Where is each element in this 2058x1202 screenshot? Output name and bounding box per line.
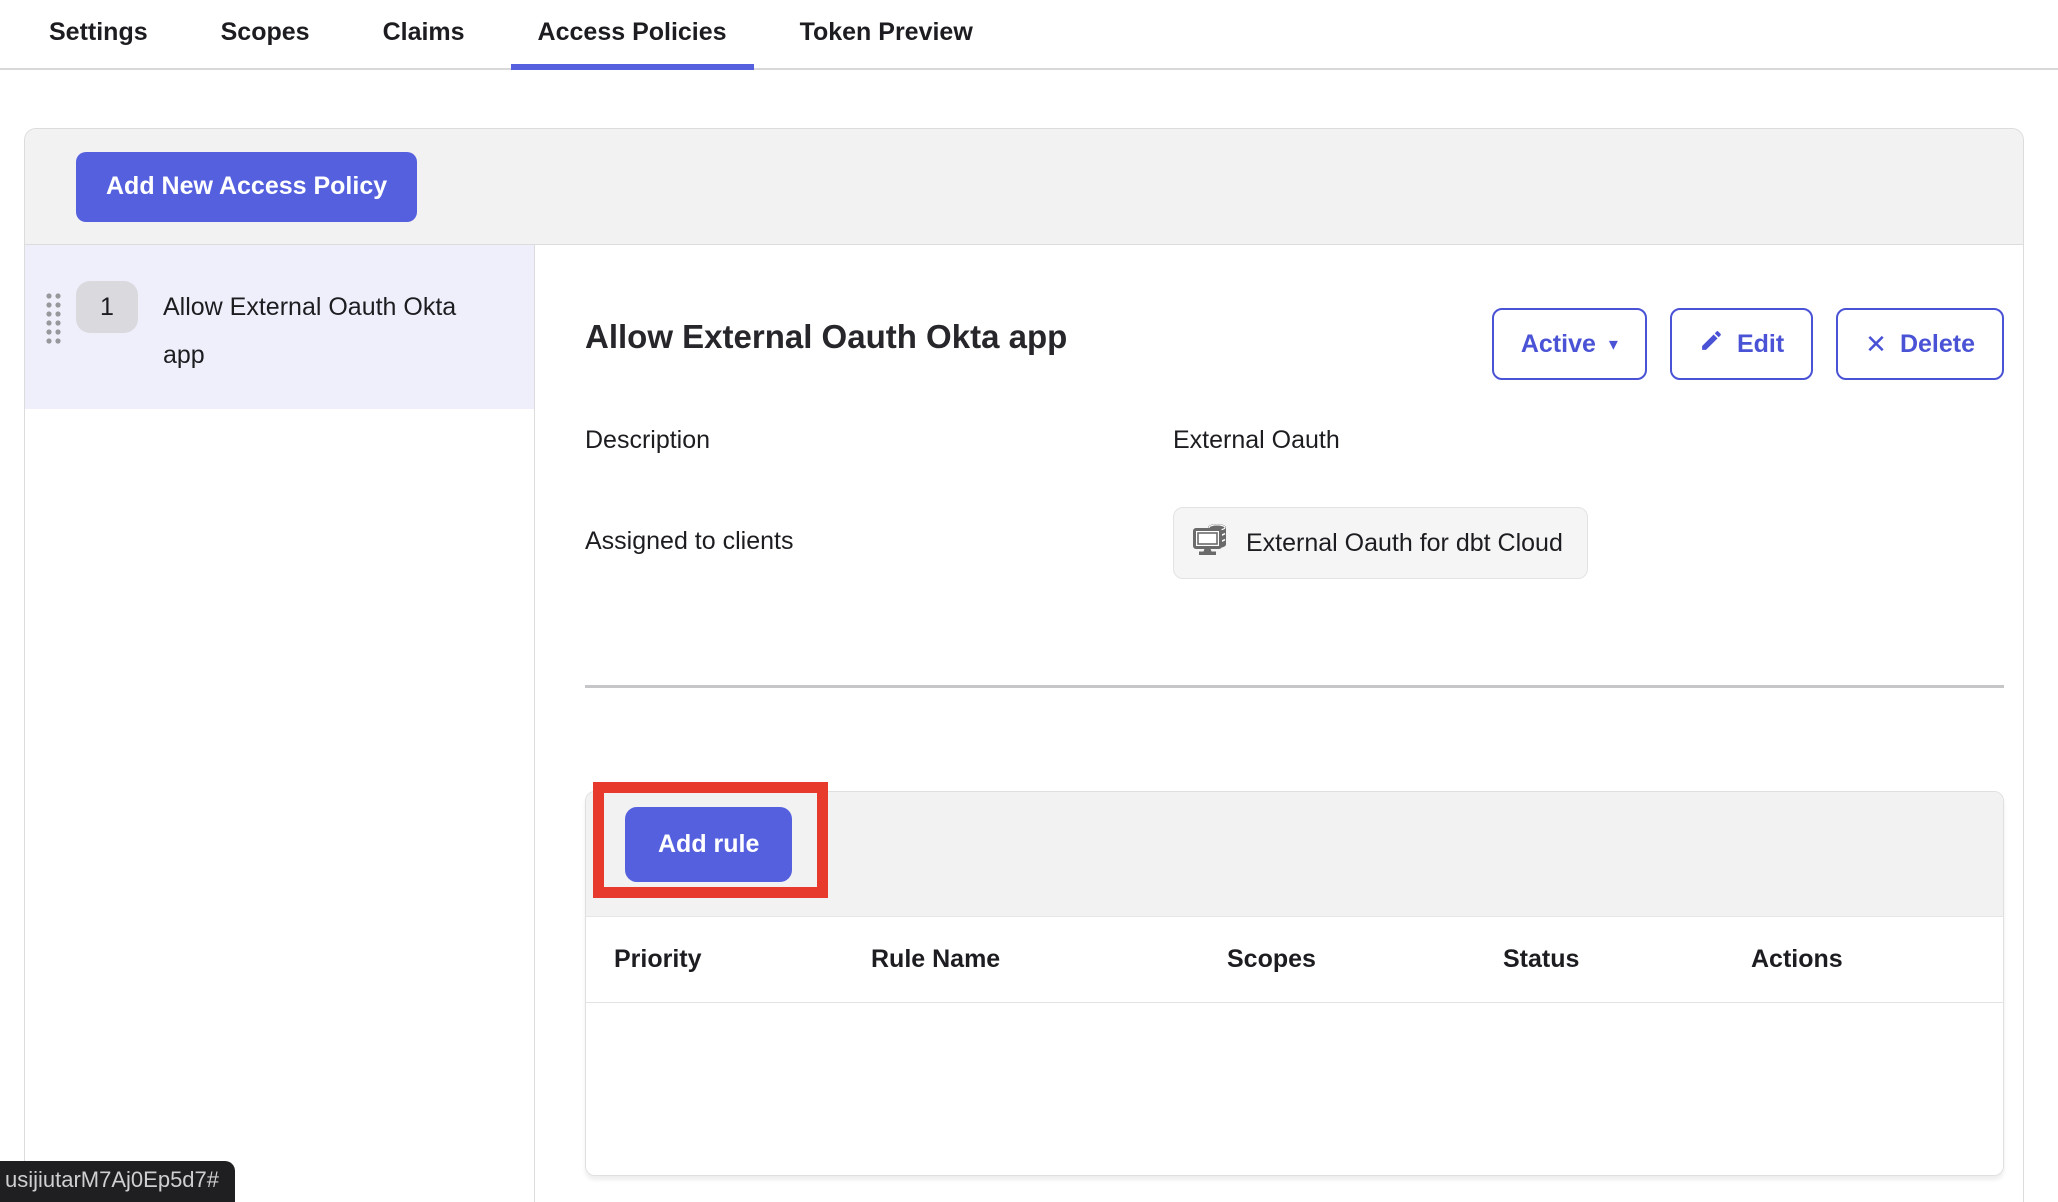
page: Settings Scopes Claims Access Policies T… <box>0 0 2058 1202</box>
add-new-access-policy-button[interactable]: Add New Access Policy <box>76 152 417 222</box>
rules-toolbar: Add rule <box>586 792 2003 917</box>
description-value: External Oauth <box>1173 426 2004 455</box>
panel-header: Add New Access Policy <box>25 129 2023 245</box>
status-dropdown-label: Active <box>1521 330 1596 359</box>
drag-handle-icon[interactable] <box>45 291 62 352</box>
delete-button-label: Delete <box>1900 330 1975 359</box>
rules-table-card: Add rule Priority Rule Name Scopes Statu… <box>585 791 2004 1176</box>
policy-detail: Allow External Oauth Okta app Active ▾ <box>535 245 2023 1202</box>
policy-title: Allow External Oauth Okta app <box>585 308 1067 356</box>
tab-bar: Settings Scopes Claims Access Policies T… <box>0 0 2058 70</box>
tab-scopes[interactable]: Scopes <box>194 0 337 70</box>
policy-priority-badge: 1 <box>76 281 138 333</box>
column-status: Status <box>1503 945 1751 974</box>
access-policies-panel: Add New Access Policy <box>24 128 2024 1202</box>
policy-detail-fields: Description External Oauth Assigned to c… <box>585 426 2004 579</box>
description-row: Description External Oauth <box>585 426 2004 455</box>
computer-icon <box>1192 523 1234 564</box>
rules-table-header: Priority Rule Name Scopes Status Actions <box>586 917 2003 1003</box>
policy-action-buttons: Active ▾ Edit ✕ <box>1492 308 2004 380</box>
add-rule-button[interactable]: Add rule <box>625 807 792 882</box>
policy-name: Allow External Oauth Okta app <box>163 281 458 379</box>
link-preview-tooltip: usijiutarM7Aj0Ep5d7# <box>0 1161 235 1202</box>
section-divider <box>585 685 2004 688</box>
assigned-clients-label: Assigned to clients <box>585 507 1173 556</box>
policy-list: 1 Allow External Oauth Okta app <box>25 245 535 1202</box>
assigned-clients-row: Assigned to clients <box>585 507 2004 579</box>
client-chip-label: External Oauth for dbt Cloud <box>1246 529 1563 558</box>
tab-token-preview[interactable]: Token Preview <box>773 0 1000 70</box>
delete-button[interactable]: ✕ Delete <box>1836 308 2004 380</box>
edit-button[interactable]: Edit <box>1670 308 1813 380</box>
rules-table-empty-body <box>586 1003 2003 1175</box>
tab-claims[interactable]: Claims <box>356 0 492 70</box>
status-dropdown-button[interactable]: Active ▾ <box>1492 308 1647 380</box>
close-icon: ✕ <box>1865 331 1887 357</box>
tab-settings[interactable]: Settings <box>22 0 175 70</box>
client-chip: External Oauth for dbt Cloud <box>1173 507 1588 579</box>
tab-access-policies[interactable]: Access Policies <box>511 0 754 70</box>
policy-list-item[interactable]: 1 Allow External Oauth Okta app <box>25 245 534 409</box>
chevron-down-icon: ▾ <box>1609 335 1618 353</box>
annotation-highlight-box: Add rule <box>593 782 828 898</box>
column-scopes: Scopes <box>1227 945 1503 974</box>
pencil-icon <box>1699 328 1724 360</box>
policy-detail-header: Allow External Oauth Okta app Active ▾ <box>585 308 2004 380</box>
panel-body: 1 Allow External Oauth Okta app Allow Ex… <box>25 245 2023 1202</box>
column-actions: Actions <box>1751 945 2003 974</box>
column-rule-name: Rule Name <box>871 945 1227 974</box>
description-label: Description <box>585 426 1173 455</box>
edit-button-label: Edit <box>1737 330 1784 359</box>
column-priority: Priority <box>614 945 871 974</box>
